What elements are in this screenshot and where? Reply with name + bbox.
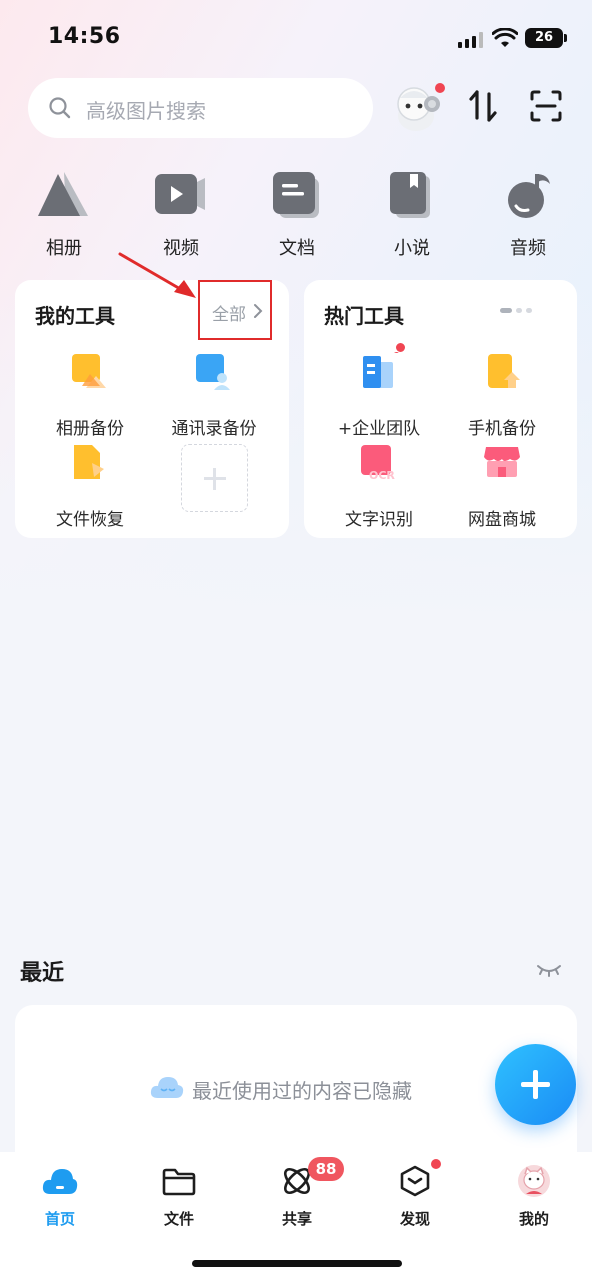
add-fab-button[interactable]	[495, 1044, 576, 1125]
phone-backup-icon	[488, 354, 520, 388]
all-tools-link[interactable]: 全部	[198, 280, 272, 340]
tool-album-backup[interactable]: 相册备份	[25, 352, 155, 439]
profile-avatar-icon	[518, 1165, 550, 1197]
tab-label: 共享	[281, 1210, 312, 1228]
transfer-icon[interactable]	[465, 88, 501, 124]
tool-label: +企业团队	[337, 419, 421, 439]
discover-icon	[400, 1165, 430, 1197]
status-bar: 14:56 26	[0, 22, 592, 56]
battery-indicator: 26	[525, 28, 567, 48]
folder-icon	[162, 1168, 196, 1196]
tab-files[interactable]: 文件	[139, 1164, 219, 1229]
category-label: 小说	[394, 238, 430, 259]
ocr-icon: OCR	[361, 445, 395, 482]
category-label: 相册	[46, 238, 82, 259]
file-restore-icon	[74, 445, 104, 479]
store-icon	[484, 447, 520, 477]
category-audio[interactable]: 音频	[488, 170, 568, 260]
tool-phone-backup[interactable]: 手机备份	[437, 352, 567, 439]
tab-label: 发现	[399, 1210, 430, 1228]
tool-store[interactable]: 网盘商城	[437, 443, 567, 530]
search-bar[interactable]: 高级图片搜索	[28, 78, 373, 138]
tab-profile[interactable]: 我的	[494, 1164, 574, 1229]
audio-icon	[508, 174, 550, 218]
eye-closed-icon[interactable]	[536, 960, 562, 980]
category-video[interactable]: 视频	[141, 170, 221, 260]
page-indicator-dots	[500, 308, 534, 314]
tool-label: 手机备份	[468, 419, 536, 439]
category-label: 文档	[279, 238, 315, 259]
tool-enterprise-team[interactable]: +企业团队	[314, 343, 444, 439]
hidden-cloud-icon	[150, 1077, 184, 1098]
enterprise-team-icon	[363, 343, 402, 388]
tool-ocr[interactable]: OCR 文字识别	[314, 443, 444, 530]
share-badge: 88	[308, 1157, 344, 1181]
signal-icon	[458, 32, 484, 48]
video-icon	[155, 174, 205, 214]
svg-text:OCR: OCR	[369, 469, 395, 482]
annotation-arrow	[118, 252, 196, 298]
category-novel[interactable]: 小说	[372, 170, 452, 260]
status-time: 14:56	[48, 24, 121, 49]
home-indicator[interactable]	[192, 1260, 402, 1267]
document-icon	[273, 172, 319, 218]
add-tool-button[interactable]	[181, 444, 248, 512]
tool-contacts-backup[interactable]: 通讯录备份	[149, 352, 279, 439]
novel-icon	[390, 172, 430, 218]
contacts-backup-icon	[196, 354, 230, 390]
tool-label: 网盘商城	[468, 510, 536, 530]
tab-home[interactable]: 首页	[20, 1164, 100, 1229]
tool-file-restore[interactable]: 文件恢复	[25, 443, 155, 530]
category-document[interactable]: 文档	[257, 170, 337, 260]
recent-title: 最近	[20, 961, 65, 986]
hot-tools-title: 热门工具	[324, 304, 404, 328]
category-label: 音频	[510, 238, 546, 259]
tab-label: 文件	[163, 1210, 194, 1228]
all-tools-label: 全部	[212, 305, 246, 325]
chevron-right-icon	[254, 304, 263, 318]
notification-dot	[395, 342, 406, 353]
discover-notification-dot	[430, 1158, 442, 1170]
home-cloud-icon	[42, 1169, 78, 1194]
tab-label: 首页	[44, 1210, 75, 1228]
tab-label: 我的	[518, 1210, 549, 1228]
album-icon	[38, 172, 88, 216]
tool-label: 文字识别	[345, 510, 413, 530]
tool-label: 通讯录备份	[171, 419, 257, 439]
wifi-icon	[492, 28, 518, 47]
tab-discover[interactable]: 发现	[375, 1164, 455, 1229]
scan-icon[interactable]	[528, 88, 564, 124]
tool-label: 文件恢复	[56, 510, 124, 530]
search-placeholder: 高级图片搜索	[86, 99, 206, 123]
category-album[interactable]: 相册	[24, 170, 104, 260]
my-tools-title: 我的工具	[35, 304, 115, 328]
search-icon	[49, 97, 71, 119]
tool-label: 相册备份	[56, 419, 124, 439]
mascot-avatar[interactable]	[390, 82, 448, 134]
hidden-message: 最近使用过的内容已隐藏	[192, 1079, 412, 1103]
album-backup-icon	[72, 354, 106, 388]
